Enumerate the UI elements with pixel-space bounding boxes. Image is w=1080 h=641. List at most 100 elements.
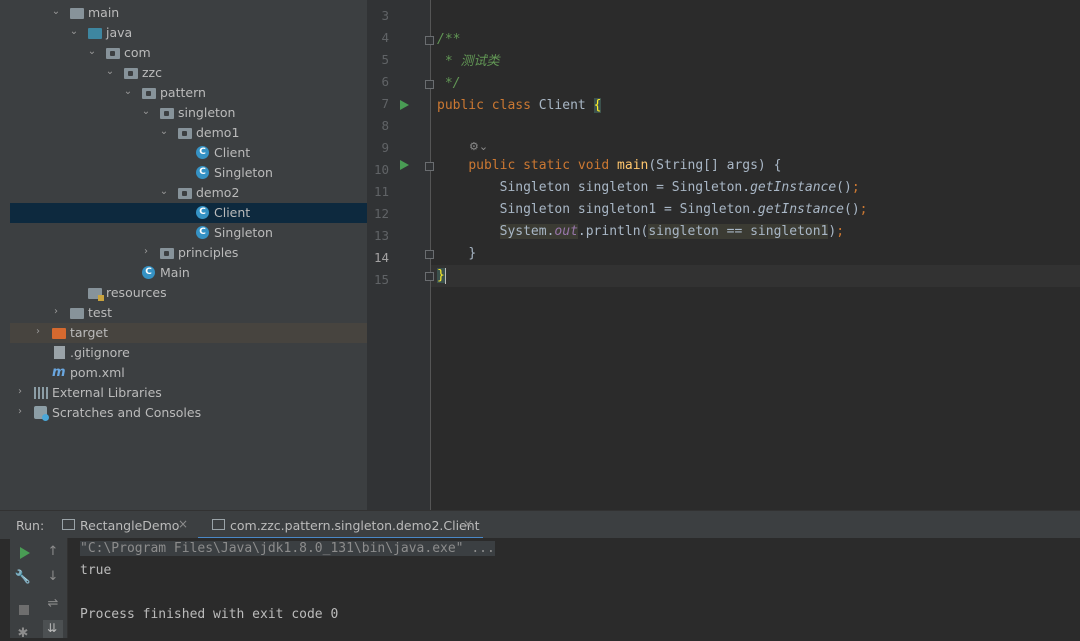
- tree-item-test[interactable]: › test: [10, 303, 367, 323]
- code-editor[interactable]: [431, 0, 1080, 510]
- soft-wrap-icon[interactable]: ⇌: [43, 596, 63, 611]
- settings-icon[interactable]: ✱: [13, 626, 33, 641]
- console-output-line: true: [80, 563, 112, 578]
- package-icon: [124, 66, 138, 80]
- tree-item-demo2[interactable]: ⌄ demo2: [10, 183, 367, 203]
- console-output[interactable]: "C:\Program Files\Java\jdk1.8.0_131\bin\…: [68, 538, 1080, 638]
- chevron-right-icon[interactable]: ›: [32, 326, 44, 338]
- tree-item-singleton[interactable]: ⌄ singleton: [10, 103, 367, 123]
- chevron-down-icon[interactable]: ⌄: [158, 186, 170, 198]
- semicolon: ;: [851, 180, 860, 195]
- tree-item-target[interactable]: › target: [10, 323, 367, 343]
- tree-item-zzc[interactable]: ⌄ zzc: [10, 63, 367, 83]
- chevron-down-icon[interactable]: ⌄: [86, 46, 98, 58]
- excluded-folder-icon: [52, 326, 66, 340]
- package-icon: [160, 246, 174, 260]
- tree-item-pattern[interactable]: ⌄ pattern: [10, 83, 367, 103]
- comment-text: * 测试类: [437, 54, 500, 69]
- code-text: }: [468, 246, 477, 261]
- wrench-icon[interactable]: 🔧: [13, 570, 33, 585]
- tree-item-label: Client: [214, 145, 251, 160]
- rerun-icon[interactable]: [20, 547, 30, 559]
- inlay-hint-icon[interactable]: ⚙⌄: [469, 140, 488, 153]
- fold-marker-icon[interactable]: [425, 272, 434, 281]
- run-main-icon[interactable]: [400, 160, 409, 170]
- chevron-down-icon[interactable]: ⌄: [50, 6, 62, 18]
- tree-item-label: java: [106, 25, 133, 40]
- close-icon[interactable]: ×: [463, 517, 473, 531]
- chevron-right-icon[interactable]: ›: [50, 306, 62, 318]
- tree-item-singleton[interactable]: C Singleton: [10, 163, 367, 183]
- chevron-down-icon[interactable]: ⌄: [104, 66, 116, 78]
- close-icon[interactable]: ×: [178, 517, 188, 531]
- code-text: .println(: [577, 224, 649, 239]
- chevron-down-icon[interactable]: ⌄: [122, 86, 134, 98]
- run-tab-client[interactable]: com.zzc.pattern.singleton.demo2.Client ×: [210, 511, 480, 539]
- arrow-up-icon[interactable]: ↑: [43, 544, 63, 559]
- code-line-13: }: [437, 244, 476, 264]
- run-tab-rectangle-demo[interactable]: RectangleDemo ×: [60, 511, 200, 539]
- tree-item-external-libraries[interactable]: › External Libraries: [10, 383, 367, 403]
- keyword: static: [523, 158, 571, 173]
- line-number: 6: [381, 74, 389, 89]
- code-line-6: */: [437, 74, 461, 94]
- tree-item-demo1[interactable]: ⌄ demo1: [10, 123, 367, 143]
- run-config-icon: [212, 519, 225, 530]
- tree-item-main[interactable]: ⌄ main: [10, 3, 367, 23]
- static-field: out: [554, 224, 578, 239]
- fold-marker-icon[interactable]: [425, 36, 434, 45]
- code-text: (): [844, 202, 860, 217]
- tree-item-label: Singleton: [214, 165, 273, 180]
- tree-item-label: target: [70, 325, 109, 340]
- tree-item-label: Client: [214, 205, 251, 220]
- tree-item--gitignore[interactable]: .gitignore: [10, 343, 367, 363]
- line-number: 13: [373, 228, 389, 243]
- arrow-down-icon[interactable]: ↓: [43, 569, 63, 584]
- code-text: System.: [499, 224, 555, 239]
- fold-marker-icon[interactable]: [425, 80, 434, 89]
- folder-icon: [70, 306, 84, 320]
- fold-marker-icon[interactable]: [425, 162, 434, 171]
- chevron-down-icon[interactable]: ⌄: [140, 106, 152, 118]
- java-class-icon: C: [142, 266, 156, 280]
- run-class-icon[interactable]: [400, 100, 409, 110]
- line-number: 11: [373, 184, 389, 199]
- tree-item-singleton[interactable]: C Singleton: [10, 223, 367, 243]
- source-folder-icon: [88, 26, 102, 40]
- tree-item-resources[interactable]: resources: [10, 283, 367, 303]
- tree-item-java[interactable]: ⌄ java: [10, 23, 367, 43]
- chevron-right-icon[interactable]: ›: [14, 406, 26, 418]
- tree-item-main[interactable]: C Main: [10, 263, 367, 283]
- tree-item-scratches-and-consoles[interactable]: › Scratches and Consoles: [10, 403, 367, 423]
- line-number: 10: [373, 162, 389, 177]
- tree-item-client[interactable]: C Client: [10, 203, 367, 223]
- java-class-icon: C: [196, 146, 210, 160]
- run-config-icon: [62, 519, 75, 530]
- tree-item-client[interactable]: C Client: [10, 143, 367, 163]
- fold-marker-icon[interactable]: [425, 250, 434, 259]
- chevron-down-icon[interactable]: ⌄: [68, 26, 80, 38]
- comment-text: /**: [437, 32, 461, 47]
- line-number: 7: [381, 96, 389, 111]
- resources-folder-icon: [88, 286, 104, 301]
- run-toolbar-secondary: ↑ ↓ ⇌ ⇊: [40, 538, 68, 638]
- tree-item-pom-xml[interactable]: m pom.xml: [10, 363, 367, 383]
- tree-item-principles[interactable]: › principles: [10, 243, 367, 263]
- package-icon: [142, 86, 156, 100]
- scroll-to-end-icon[interactable]: ⇊: [43, 620, 63, 638]
- maven-icon: m: [52, 365, 66, 380]
- semicolon: ;: [836, 224, 845, 239]
- chevron-down-icon[interactable]: ⌄: [158, 126, 170, 138]
- tree-item-label: Singleton: [214, 225, 273, 240]
- tree-item-label: com: [124, 45, 151, 60]
- chevron-right-icon[interactable]: ›: [140, 246, 152, 258]
- code-line-4: /**: [437, 30, 460, 50]
- java-class-icon: C: [196, 226, 210, 240]
- package-icon: [178, 126, 192, 140]
- tree-item-com[interactable]: ⌄ com: [10, 43, 367, 63]
- chevron-right-icon[interactable]: ›: [14, 386, 26, 398]
- tree-item-label: .gitignore: [70, 345, 130, 360]
- console-command-line[interactable]: "C:\Program Files\Java\jdk1.8.0_131\bin\…: [80, 541, 495, 556]
- tree-item-label: External Libraries: [52, 385, 162, 400]
- stop-icon[interactable]: [19, 605, 29, 615]
